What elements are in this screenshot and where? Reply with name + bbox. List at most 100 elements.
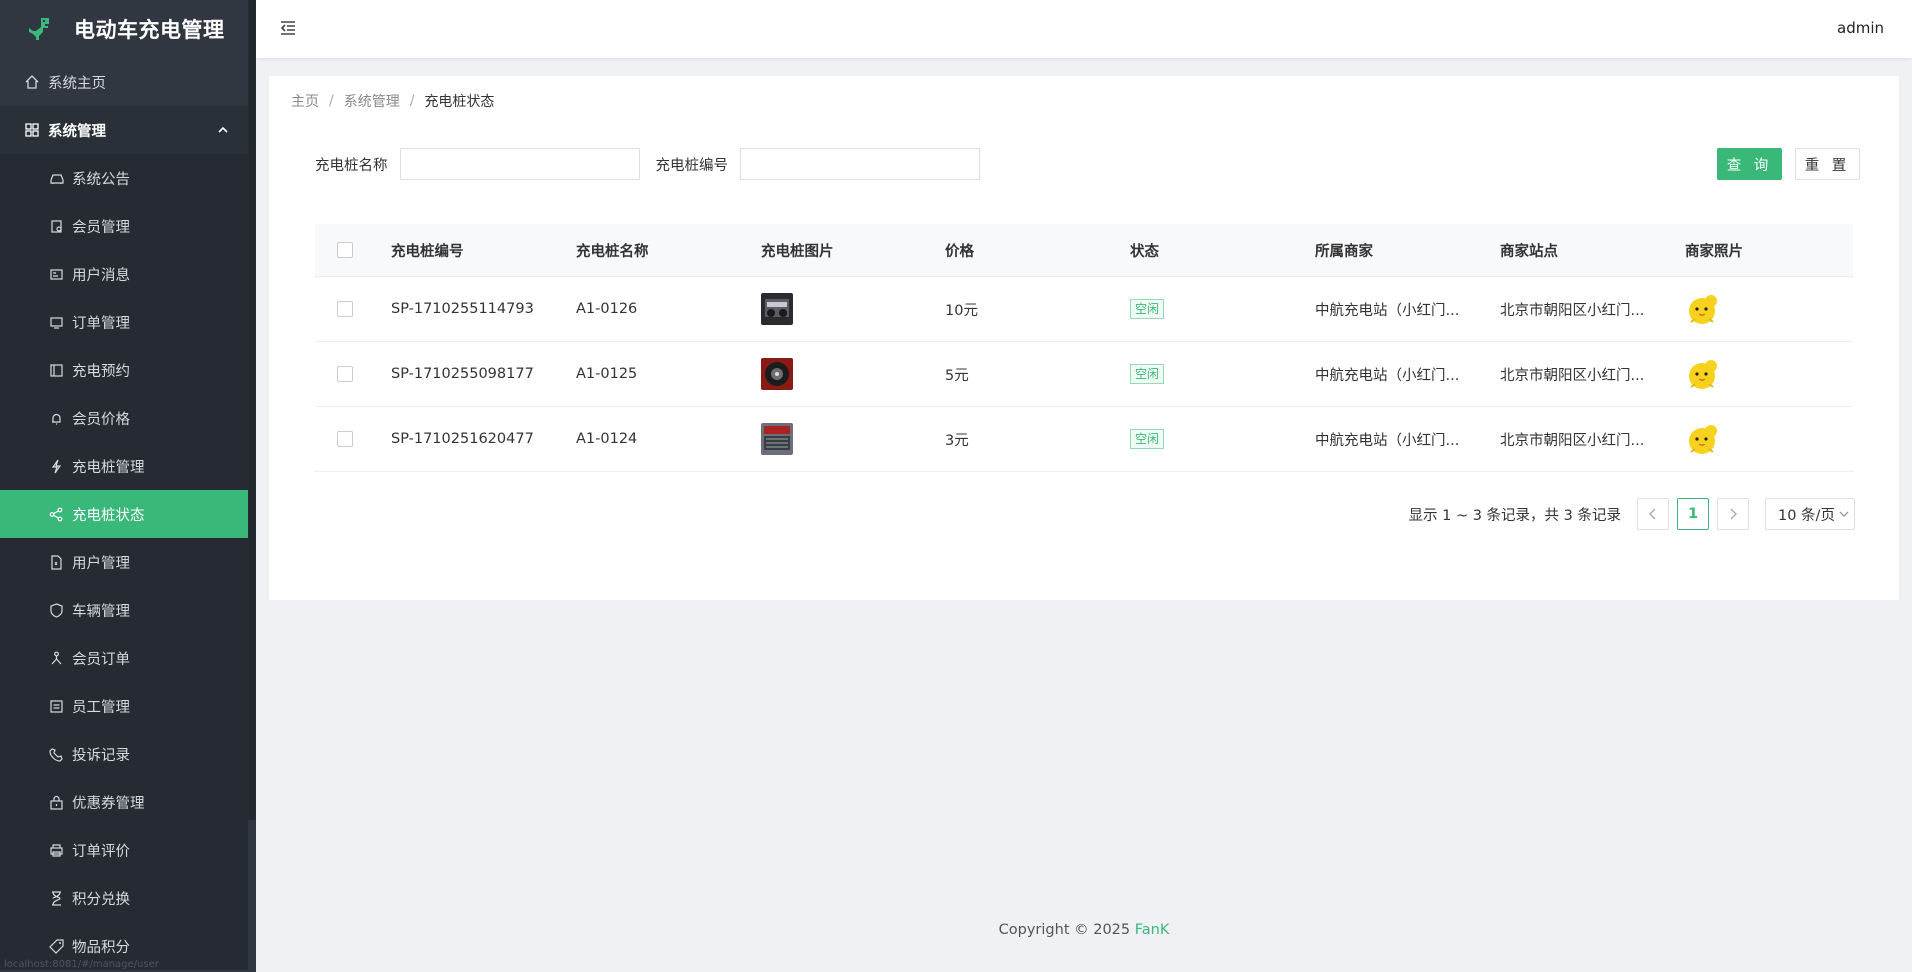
sidebar-item-label: 订单评价 <box>72 843 130 860</box>
pile-code-cell: SP-1710255114793 <box>391 301 534 317</box>
user-menu[interactable]: admin <box>1837 19 1884 37</box>
price-cell: 5元 <box>945 367 969 384</box>
status-badge: 空闲 <box>1130 299 1165 319</box>
prev-page-button[interactable] <box>1637 498 1669 530</box>
sidebar-group-system[interactable]: 系统管理 <box>0 106 248 154</box>
sidebar-item-1[interactable]: 会员管理 <box>0 202 248 250</box>
sidebar-item-6[interactable]: 充电桩管理 <box>0 442 248 490</box>
sidebar-item-label: 用户消息 <box>72 267 130 284</box>
hourglass-icon <box>48 890 64 906</box>
pile-name-cell: A1-0126 <box>576 301 638 317</box>
reset-button[interactable]: 重 置 <box>1795 148 1860 180</box>
column-header: 所属商家 <box>1315 243 1373 260</box>
pile-image[interactable] <box>761 423 793 455</box>
sidebar-item-label: 投诉记录 <box>72 747 130 764</box>
app-logo: 电动车充电管理 <box>0 0 256 58</box>
top-header: admin <box>256 0 1912 58</box>
column-header: 充电桩编号 <box>391 243 464 260</box>
breadcrumb: 主页 / 系统管理 / 充电桩状态 <box>291 91 494 111</box>
table-row: SP-1710255098177 A1-0125 5元 空闲 中航充电站（小红门... 北… <box>315 342 1853 407</box>
sidebar-item-13[interactable]: 优惠券管理 <box>0 778 248 826</box>
sidebar-item-0[interactable]: 系统公告 <box>0 154 248 202</box>
chevron-down-icon <box>1839 507 1849 521</box>
lock-icon <box>48 794 64 810</box>
pile-image[interactable] <box>761 293 793 325</box>
sidebar-item-4[interactable]: 充电预约 <box>0 346 248 394</box>
share-icon <box>48 506 64 522</box>
search-form: 充电桩名称 充电桩编号 <box>315 148 996 180</box>
column-header: 商家照片 <box>1685 243 1743 260</box>
pile-code-input[interactable] <box>740 148 980 180</box>
breadcrumb-section[interactable]: 系统管理 <box>344 91 400 111</box>
footer-brand-link[interactable]: FanK <box>1135 922 1170 938</box>
next-page-button[interactable] <box>1717 498 1749 530</box>
pile-code-label: 充电桩编号 <box>655 157 729 174</box>
sidebar-scrollbar[interactable] <box>248 0 256 820</box>
file-icon <box>48 554 64 570</box>
bell-icon <box>48 410 64 426</box>
phone-icon <box>48 746 64 762</box>
sidebar-item-11[interactable]: 员工管理 <box>0 682 248 730</box>
merchant-photo[interactable] <box>1685 422 1719 456</box>
price-cell: 10元 <box>945 302 978 319</box>
row-checkbox[interactable] <box>337 366 353 382</box>
pile-name-input[interactable] <box>399 148 640 180</box>
sidebar-item-3[interactable]: 订单管理 <box>0 298 248 346</box>
breadcrumb-separator: / <box>409 93 415 109</box>
query-button[interactable]: 查 询 <box>1717 148 1782 180</box>
table-row: SP-1710255114793 A1-0126 10元 空闲 中航充电站（小红门...… <box>315 277 1853 342</box>
sidebar-item-home[interactable]: 系统主页 <box>0 58 248 106</box>
merchant-photo[interactable] <box>1685 357 1719 391</box>
app-title: 电动车充电管理 <box>74 18 225 42</box>
status-badge: 空闲 <box>1130 364 1165 384</box>
lightning-icon <box>48 458 64 474</box>
breadcrumb-home[interactable]: 主页 <box>291 91 319 111</box>
sidebar-item-label: 充电预约 <box>72 363 130 380</box>
sidebar-item-5[interactable]: 会员价格 <box>0 394 248 442</box>
dinosaur-logo-icon <box>26 15 54 43</box>
row-checkbox[interactable] <box>337 301 353 317</box>
column-header: 充电桩名称 <box>576 243 649 260</box>
printer-icon <box>48 842 64 858</box>
sidebar-item-label: 员工管理 <box>72 699 130 716</box>
price-cell: 3元 <box>945 432 969 449</box>
sidebar-item-label: 会员订单 <box>72 651 130 668</box>
sidebar-item-label: 充电桩管理 <box>72 459 145 476</box>
page-number-button[interactable]: 1 <box>1677 498 1709 530</box>
data-table: 充电桩编号 充电桩名称 充电桩图片 价格 状态 所属商家 商家站点 商家照片 S… <box>315 224 1853 472</box>
sidebar-item-15[interactable]: 积分兑换 <box>0 874 248 922</box>
breadcrumb-current: 充电桩状态 <box>424 94 495 110</box>
merchant-cell: 中航充电站（小红门... <box>1315 432 1460 449</box>
select-all-checkbox[interactable] <box>337 242 353 258</box>
sidebar-item-10[interactable]: 会员订单 <box>0 634 248 682</box>
sidebar-item-14[interactable]: 订单评价 <box>0 826 248 874</box>
monitor-icon <box>48 314 64 330</box>
sidebar-item-2[interactable]: 用户消息 <box>0 250 248 298</box>
sidebar-item-12[interactable]: 投诉记录 <box>0 730 248 778</box>
sidebar-item-label: 车辆管理 <box>72 603 130 620</box>
page-size-select[interactable]: 10 条/页 <box>1765 498 1855 530</box>
pile-image[interactable] <box>761 358 793 390</box>
column-header: 充电桩图片 <box>761 243 834 260</box>
calendar-icon <box>48 362 64 378</box>
table-row: SP-1710251620477 A1-0124 3元 空闲 中航充电站（小红门... 北… <box>315 407 1853 472</box>
copyright-text: Copyright © 2025 <box>998 922 1135 938</box>
content-card: 主页 / 系统管理 / 充电桩状态 充电桩名称 充电桩编号 查 询 重 置 充电… <box>269 76 1899 600</box>
grid-icon <box>24 122 40 138</box>
merchant-photo[interactable] <box>1685 292 1719 326</box>
pagination: 显示 1 ~ 3 条记录，共 3 条记录 1 10 条/页 <box>1409 498 1855 530</box>
sidebar-item-8[interactable]: 用户管理 <box>0 538 248 586</box>
pile-code-cell: SP-1710251620477 <box>391 431 534 447</box>
row-checkbox[interactable] <box>337 431 353 447</box>
sidebar-item-label: 订单管理 <box>72 315 130 332</box>
menu-collapse-icon[interactable] <box>278 18 300 40</box>
sidebar: 电动车充电管理 系统主页 系统管理 系统公告 会员管理用户消息订单管理充电预约会员… <box>0 0 256 972</box>
status-url: localhost:8081/#/manage/user <box>4 959 159 970</box>
sidebar-item-label: 用户管理 <box>72 555 130 572</box>
sidebar-item-7[interactable]: 充电桩状态 <box>0 490 248 538</box>
sidebar-item-label: 系统主页 <box>48 75 106 92</box>
sidebar-item-9[interactable]: 车辆管理 <box>0 586 248 634</box>
page-size-value: 10 条/页 <box>1778 507 1835 524</box>
sidebar-item-label: 物品积分 <box>72 939 130 956</box>
site-cell: 北京市朝阳区小红门... <box>1500 367 1645 384</box>
